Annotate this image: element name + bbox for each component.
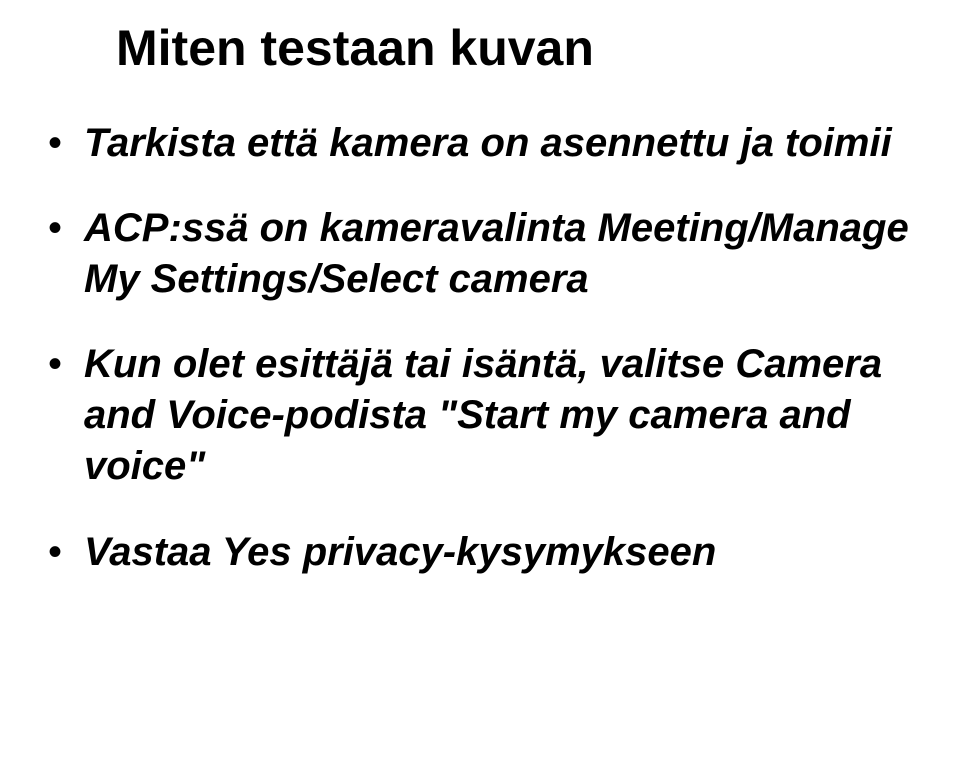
list-item: Tarkista että kamera on asennettu ja toi… xyxy=(48,118,912,169)
slide: Miten testaan kuvan Tarkista että kamera… xyxy=(0,0,960,777)
list-item: Kun olet esittäjä tai isäntä, valitse Ca… xyxy=(48,339,912,493)
list-item: ACP:ssä on kameravalinta Meeting/Manage … xyxy=(48,203,912,305)
slide-title: Miten testaan kuvan xyxy=(116,20,912,78)
list-item: Vastaa Yes privacy-kysymykseen xyxy=(48,527,912,578)
bullet-list: Tarkista että kamera on asennettu ja toi… xyxy=(48,118,912,578)
